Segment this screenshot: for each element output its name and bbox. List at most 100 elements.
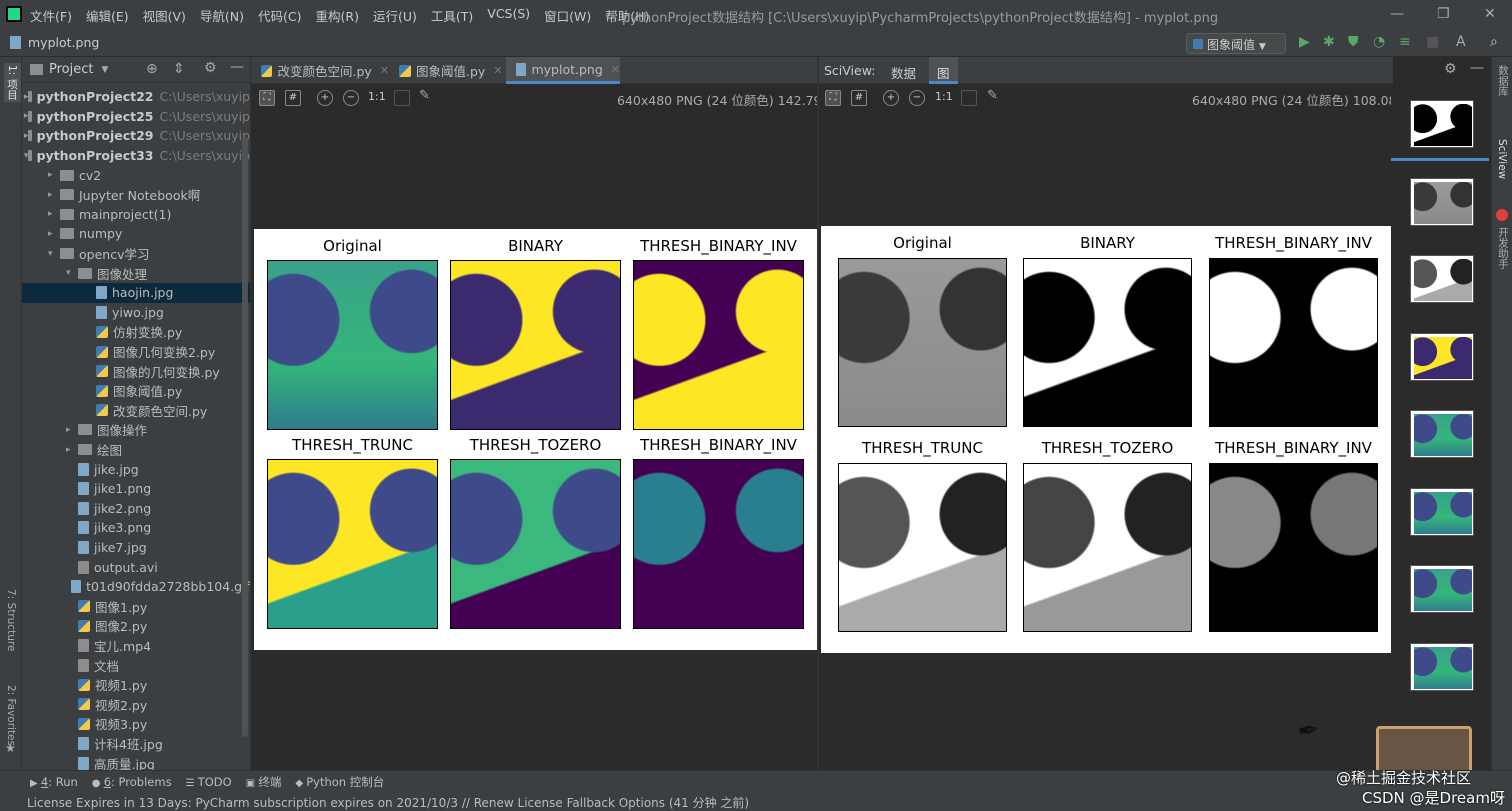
tree-item[interactable]: ▾ opencv学习 bbox=[22, 244, 250, 264]
minimize-icon[interactable]: — bbox=[1390, 6, 1404, 22]
chevron-right-icon[interactable]: ▸ bbox=[48, 170, 60, 180]
plot-thumbnail[interactable] bbox=[1410, 642, 1474, 691]
search-icon[interactable]: ⌕ bbox=[1490, 34, 1498, 50]
actual-size-button[interactable]: 1:1 bbox=[368, 90, 386, 103]
close-tab-icon[interactable]: ✕ bbox=[493, 64, 502, 77]
tree-item[interactable]: ▸ Jupyter Notebook啊 bbox=[22, 185, 250, 205]
plot-thumbnail[interactable] bbox=[1410, 565, 1474, 613]
tree-item[interactable]: yiwo.jpg bbox=[22, 303, 250, 323]
favorites-tool-button[interactable]: 2: Favorites bbox=[5, 685, 17, 746]
tool-window-button[interactable]: ☰ TODO bbox=[186, 775, 232, 789]
fit-zoom-icon[interactable]: ⛶ bbox=[259, 90, 275, 106]
tree-item[interactable]: jike1.png bbox=[22, 479, 250, 499]
tree-item[interactable]: 文档 bbox=[22, 655, 250, 675]
menu-item[interactable]: 编辑(E) bbox=[86, 6, 129, 25]
tree-item[interactable]: ▸ pythonProject25 C:\Users\xuyip bbox=[22, 107, 250, 127]
zoom-out-icon[interactable]: − bbox=[909, 90, 925, 106]
menu-item[interactable]: 文件(F) bbox=[30, 6, 72, 25]
run-icon[interactable]: ▶ bbox=[1299, 34, 1310, 50]
plot-thumbnail[interactable] bbox=[1410, 100, 1474, 148]
tree-item[interactable]: ▾ pythonProject33 C:\Users\xuyip bbox=[22, 146, 250, 166]
editor-tab[interactable]: 图象阈值.py ✕ bbox=[389, 57, 506, 84]
tree-item[interactable]: 宝儿.mp4 bbox=[22, 636, 250, 656]
chevron-down-icon[interactable]: ▾ bbox=[66, 268, 78, 278]
menu-item[interactable]: 代码(C) bbox=[258, 6, 301, 25]
tree-item[interactable]: haojin.jpg bbox=[22, 283, 250, 303]
tree-item[interactable]: 图像2.py bbox=[22, 616, 250, 636]
concurrency-icon[interactable]: ≡ bbox=[1399, 34, 1411, 50]
plot-thumbnail[interactable] bbox=[1410, 410, 1474, 458]
tree-item[interactable]: jike3.png bbox=[22, 518, 250, 538]
settings-gear-icon[interactable]: ⚙ bbox=[1444, 61, 1457, 77]
menu-item[interactable]: 运行(U) bbox=[373, 6, 417, 25]
locate-icon[interactable]: ⊕ bbox=[146, 61, 158, 77]
tree-item[interactable]: 视频2.py bbox=[22, 695, 250, 715]
tree-item[interactable]: ▸ 图像操作 bbox=[22, 420, 250, 440]
chevron-right-icon[interactable]: ▸ bbox=[48, 229, 60, 239]
grid-icon[interactable]: # bbox=[851, 90, 867, 106]
project-tool-button[interactable]: 1: 项目 bbox=[4, 63, 21, 102]
chevron-right-icon[interactable]: ▸ bbox=[48, 209, 60, 219]
tree-item[interactable]: output.avi bbox=[22, 557, 250, 577]
translate-icon[interactable]: A bbox=[1456, 34, 1466, 50]
chevron-right-icon[interactable]: ▸ bbox=[66, 425, 78, 435]
profile-icon[interactable]: ◔ bbox=[1373, 34, 1385, 50]
tree-item[interactable]: ▸ pythonProject22 C:\Users\xuyip bbox=[22, 87, 250, 107]
tree-item[interactable]: ▸ 绘图 bbox=[22, 440, 250, 460]
editor-plot-image[interactable]: Original BINARY THRESH_BINARY_INV THRESH_TR… bbox=[254, 229, 817, 650]
tree-item[interactable]: jike.jpg bbox=[22, 459, 250, 479]
plot-thumbnail[interactable] bbox=[1410, 255, 1474, 303]
editor-tab[interactable]: 改变颜色空间.py ✕ bbox=[251, 57, 389, 84]
menu-item[interactable]: VCS(S) bbox=[487, 6, 530, 25]
tree-item[interactable]: 图像几何变换2.py bbox=[22, 342, 250, 362]
sciview-tool-button[interactable]: SciView bbox=[1496, 139, 1508, 179]
color-picker-icon[interactable]: ✎ bbox=[987, 88, 998, 103]
tree-item[interactable]: ▾ 图像处理 bbox=[22, 263, 250, 283]
tool-window-button[interactable]: ▣ 终端 bbox=[246, 774, 282, 790]
tree-item[interactable]: ▸ mainproject(1) bbox=[22, 205, 250, 225]
gear-icon[interactable]: ⚙ bbox=[204, 60, 217, 76]
actual-size-button[interactable]: 1:1 bbox=[935, 90, 953, 103]
fit-zoom-icon[interactable]: ⛶ bbox=[825, 90, 841, 106]
chevron-right-icon[interactable]: ▸ bbox=[66, 445, 78, 455]
debug-icon[interactable]: ✱ bbox=[1323, 34, 1335, 50]
menu-item[interactable]: 重构(R) bbox=[316, 6, 359, 25]
sciview-plot-image[interactable]: Original BINARY THRESH_BINARY_INV THRESH_TR… bbox=[821, 226, 1391, 653]
grid-icon[interactable]: # bbox=[285, 90, 301, 106]
tree-item[interactable]: 图象阈值.py bbox=[22, 381, 250, 401]
close-tab-icon[interactable]: ✕ bbox=[611, 63, 620, 76]
dev-helper-tool-button[interactable]: 开发助手 bbox=[1496, 227, 1511, 269]
database-tool-button[interactable]: 数据库 bbox=[1496, 65, 1511, 97]
tree-item[interactable]: jike7.jpg bbox=[22, 538, 250, 558]
plot-thumbnail[interactable] bbox=[1410, 177, 1474, 226]
tool-window-button[interactable]: ● 6: Problems bbox=[92, 775, 172, 789]
background-icon[interactable] bbox=[394, 90, 410, 106]
tree-item[interactable]: 图像的几何变换.py bbox=[22, 361, 250, 381]
tree-item[interactable]: jike2.png bbox=[22, 499, 250, 519]
breadcrumb[interactable]: myplot.png bbox=[28, 35, 99, 50]
background-icon[interactable] bbox=[961, 90, 977, 106]
close-icon[interactable]: ✕ bbox=[1484, 6, 1496, 22]
chevron-down-icon[interactable]: ▼ bbox=[101, 65, 108, 75]
color-picker-icon[interactable]: ✎ bbox=[419, 88, 430, 103]
plot-thumbnail[interactable] bbox=[1410, 332, 1474, 381]
tree-item[interactable]: t01d90fdda2728bb104.gif bbox=[22, 577, 250, 597]
project-view-select[interactable]: Project bbox=[49, 62, 93, 77]
tree-item[interactable]: 视频1.py bbox=[22, 675, 250, 695]
tree-item[interactable]: 仿射变换.py bbox=[22, 322, 250, 342]
editor-tab[interactable]: myplot.png ✕ bbox=[506, 57, 620, 84]
tab-plots[interactable]: 图 bbox=[929, 57, 958, 84]
coverage-icon[interactable]: ⛊ bbox=[1348, 34, 1359, 50]
chevron-down-icon[interactable]: ▾ bbox=[48, 249, 60, 259]
hide-icon[interactable]: — bbox=[230, 59, 244, 75]
tab-data[interactable]: 数据 bbox=[891, 63, 916, 82]
tree-item[interactable]: 计科4班.jpg bbox=[22, 734, 250, 754]
zoom-in-icon[interactable]: + bbox=[883, 90, 899, 106]
run-config-select[interactable]: 图象阈值 ▼ bbox=[1186, 33, 1286, 54]
menu-item[interactable]: 导航(N) bbox=[200, 6, 244, 25]
plot-thumbnail[interactable] bbox=[1410, 487, 1474, 536]
hide-icon[interactable]: — bbox=[1470, 60, 1484, 76]
tool-window-button[interactable]: ▶ 4: Run bbox=[30, 775, 78, 789]
collapse-icon[interactable]: ⇕ bbox=[173, 61, 185, 77]
tree-item[interactable]: 改变颜色空间.py bbox=[22, 401, 250, 421]
